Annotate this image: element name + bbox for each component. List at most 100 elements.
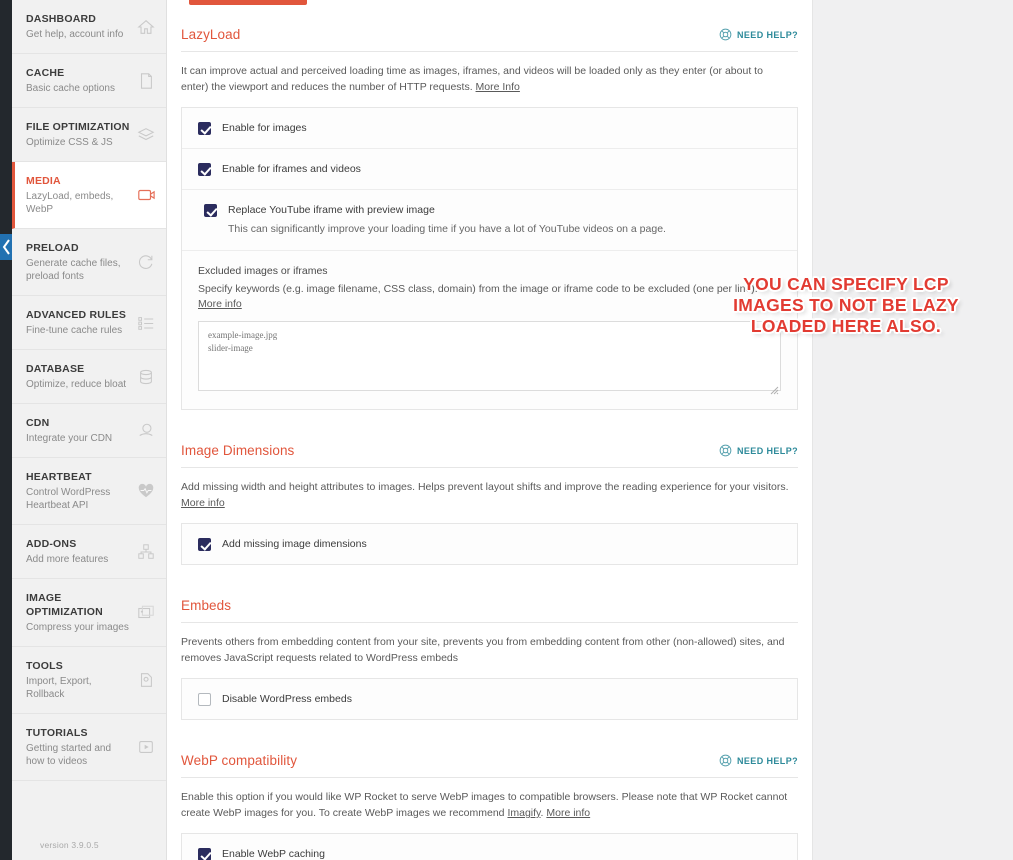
sidebar-item-tools[interactable]: TOOLS Import, Export, Rollback: [12, 647, 166, 714]
sidebar-item-title: TOOLS: [26, 660, 63, 672]
need-help-link-lazyload[interactable]: NEED HELP?: [719, 28, 798, 41]
embeds-header: Embeds: [181, 598, 798, 623]
sidebar-item-title: IMAGE OPTIMIZATION: [26, 592, 103, 618]
section-webp: WebP compatibility NEED HELP? Enable thi…: [181, 753, 798, 860]
sidebar-item-subtitle: LazyLoad, embeds, WebP: [26, 191, 114, 215]
image-dimensions-header: Image Dimensions NEED HELP?: [181, 443, 798, 468]
sidebar-item-database[interactable]: DATABASE Optimize, reduce bloat: [12, 350, 166, 404]
image-dimensions-description: Add missing width and height attributes …: [181, 468, 791, 523]
section-lazyload: LazyLoad NEED HELP? It can improve actua…: [181, 27, 798, 410]
lazyload-description-text: It can improve actual and perceived load…: [181, 65, 763, 93]
add-missing-dimensions-label: Add missing image dimensions: [222, 538, 367, 550]
row-enable-iframes: Enable for iframes and videos: [182, 149, 797, 190]
database-icon: [136, 367, 156, 387]
need-help-link-image-dimensions[interactable]: NEED HELP?: [719, 444, 798, 457]
need-help-label: NEED HELP?: [736, 755, 798, 766]
image-dimensions-more-info-link[interactable]: More info: [181, 497, 225, 509]
wp-rocket-media-settings-screen: DASHBOARD Get help, account info CACHE B…: [0, 0, 1013, 860]
image-dimensions-description-text: Add missing width and height attributes …: [181, 481, 789, 493]
enable-iframes-checkbox[interactable]: [198, 163, 211, 176]
webp-header: WebP compatibility NEED HELP?: [181, 753, 798, 778]
list-icon: [136, 313, 156, 333]
sidebar-item-title: TUTORIALS: [26, 727, 88, 739]
excluded-images-textarea[interactable]: [198, 321, 781, 391]
sidebar-item-title: HEARTBEAT: [26, 471, 92, 483]
excluded-more-info-link[interactable]: More info: [198, 298, 242, 310]
webp-more-info-link[interactable]: More info: [546, 807, 590, 819]
enable-webp-checkbox[interactable]: [198, 848, 211, 860]
lazyload-description: It can improve actual and perceived load…: [181, 52, 791, 107]
sidebar-item-media[interactable]: MEDIA LazyLoad, embeds, WebP: [12, 162, 166, 229]
sidebar-item-subtitle: Optimize CSS & JS: [26, 137, 113, 148]
lazyload-more-info-link[interactable]: More Info: [476, 81, 520, 93]
sidebar-item-advanced-rules[interactable]: ADVANCED RULES Fine-tune cache rules: [12, 296, 166, 350]
sidebar-item-subtitle: Integrate your CDN: [26, 433, 113, 444]
sidebar-item-title: PRELOAD: [26, 242, 79, 254]
webp-desc-period: .: [540, 807, 544, 819]
sidebar-item-image-optimization[interactable]: IMAGE OPTIMIZATION Compress your images: [12, 579, 166, 647]
row-enable-webp: Enable WebP caching: [182, 834, 797, 860]
enable-webp-label: Enable WebP caching: [222, 848, 325, 860]
tools-icon: [136, 670, 156, 690]
row-enable-images: Enable for images: [182, 108, 797, 149]
embeds-description: Prevents others from embedding content f…: [181, 636, 785, 664]
sidebar-item-dashboard[interactable]: DASHBOARD Get help, account info: [12, 0, 166, 54]
sidebar-item-cdn[interactable]: CDN Integrate your CDN: [12, 404, 166, 458]
settings-sidebar: DASHBOARD Get help, account info CACHE B…: [12, 0, 167, 860]
need-help-label: NEED HELP?: [736, 445, 798, 456]
enable-images-label: Enable for images: [222, 122, 307, 134]
imagify-link[interactable]: Imagify: [507, 807, 540, 819]
need-help-label: NEED HELP?: [736, 29, 798, 40]
lazyload-options-panel: Enable for images Enable for iframes and…: [181, 107, 798, 410]
sidebar-item-title: ADVANCED RULES: [26, 309, 127, 321]
disable-embeds-checkbox[interactable]: [198, 693, 211, 706]
cdn-icon: [136, 421, 156, 441]
media-icon: [136, 185, 156, 205]
sidebar-item-file-optimization[interactable]: FILE OPTIMIZATION Optimize CSS & JS: [12, 108, 166, 162]
row-excluded-images: Excluded images or iframes Specify keywo…: [182, 251, 797, 409]
sidebar-item-add-ons[interactable]: ADD-ONS Add more features: [12, 525, 166, 579]
images-icon: [136, 603, 156, 623]
sidebar-item-subtitle: Generate cache files, preload fonts: [26, 258, 121, 282]
page-title: LazyLoad: [181, 27, 241, 42]
sidebar-item-tutorials[interactable]: TUTORIALS Getting started and how to vid…: [12, 714, 166, 781]
sidebar-item-subtitle: Add more features: [26, 554, 109, 565]
addons-icon: [136, 542, 156, 562]
sidebar-item-subtitle: Import, Export, Rollback: [26, 676, 92, 700]
embeds-panel: Disable WordPress embeds: [181, 678, 798, 720]
webp-description: Enable this option if you would like WP …: [181, 778, 791, 833]
replace-youtube-checkbox[interactable]: [204, 204, 217, 217]
disable-embeds-label: Disable WordPress embeds: [222, 693, 352, 705]
webp-description-text: Enable this option if you would like WP …: [181, 791, 788, 819]
sidebar-item-cache[interactable]: CACHE Basic cache options: [12, 54, 166, 108]
sidebar-item-title: CACHE: [26, 67, 65, 79]
sidebar-item-heartbeat[interactable]: HEARTBEAT Control WordPress Heartbeat AP…: [12, 458, 166, 525]
collapse-menu-icon[interactable]: [0, 232, 12, 262]
sidebar-item-subtitle: Getting started and how to videos: [26, 743, 112, 767]
sidebar-item-title: FILE OPTIMIZATION: [26, 121, 130, 133]
enable-iframes-label: Enable for iframes and videos: [222, 163, 361, 175]
page-background: [813, 0, 1013, 860]
refresh-icon: [136, 252, 156, 272]
webp-title: WebP compatibility: [181, 753, 298, 768]
section-image-dimensions: Image Dimensions NEED HELP? Add missing …: [181, 443, 798, 565]
document-icon: [136, 71, 156, 91]
excluded-images-help: Specify keywords (e.g. image filename, C…: [198, 282, 781, 312]
plugin-version: version 3.9.0.5: [40, 840, 99, 850]
lifebuoy-icon: [719, 754, 732, 767]
add-missing-dimensions-checkbox[interactable]: [198, 538, 211, 551]
sidebar-item-subtitle: Basic cache options: [26, 83, 115, 94]
row-add-missing-dimensions: Add missing image dimensions: [182, 524, 797, 564]
sidebar-item-title: DASHBOARD: [26, 13, 97, 25]
heart-icon: [136, 481, 156, 501]
row-replace-youtube: Replace YouTube iframe with preview imag…: [182, 190, 797, 251]
enable-images-checkbox[interactable]: [198, 122, 211, 135]
sidebar-item-subtitle: Fine-tune cache rules: [26, 325, 123, 336]
excluded-images-label: Excluded images or iframes: [198, 265, 328, 277]
need-help-link-webp[interactable]: NEED HELP?: [719, 754, 798, 767]
lifebuoy-icon: [719, 444, 732, 457]
sidebar-item-preload[interactable]: PRELOAD Generate cache files, preload fo…: [12, 229, 166, 296]
sidebar-item-title: CDN: [26, 417, 50, 429]
webp-panel: Enable WebP caching ⓘ WP Rocket will cre…: [181, 833, 798, 860]
layers-icon: [136, 125, 156, 145]
